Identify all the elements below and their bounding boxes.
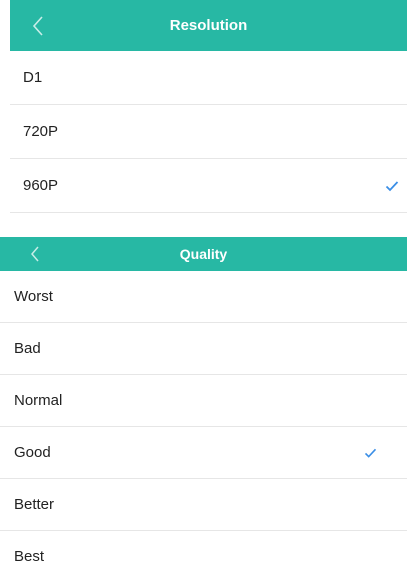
resolution-title: Resolution [169,17,248,34]
checkmark-icon [385,180,399,191]
resolution-panel: Resolution D1 720P 960P [10,0,407,214]
quality-option-worst[interactable]: Worst [0,271,407,323]
option-label: 720P [23,123,59,140]
quality-option-normal[interactable]: Normal [0,375,407,427]
chevron-left-icon [31,246,39,262]
option-label: Normal [14,392,63,409]
option-label: Better [14,496,55,513]
option-label: Best [14,548,45,565]
quality-panel: Quality Worst Bad Normal Good Better Bes… [0,237,407,583]
chevron-left-icon [32,15,43,36]
checkmark-icon [364,448,377,458]
resolution-option-d1[interactable]: D1 [10,51,407,105]
quality-option-best[interactable]: Best [0,531,407,582]
option-label: Worst [14,288,53,305]
quality-header: Quality [0,237,407,271]
quality-option-good[interactable]: Good [0,427,407,479]
option-label: Good [14,444,51,461]
back-button[interactable] [30,237,56,271]
resolution-header: Resolution [10,0,407,51]
quality-title: Quality [179,246,228,262]
quality-option-better[interactable]: Better [0,479,407,531]
resolution-option-720p[interactable]: 720P [10,105,407,159]
option-label: Bad [14,340,41,357]
quality-option-bad[interactable]: Bad [0,323,407,375]
option-label: 960P [23,177,59,194]
back-button[interactable] [32,0,62,51]
option-label: D1 [23,69,43,86]
resolution-option-960p[interactable]: 960P [10,159,407,213]
